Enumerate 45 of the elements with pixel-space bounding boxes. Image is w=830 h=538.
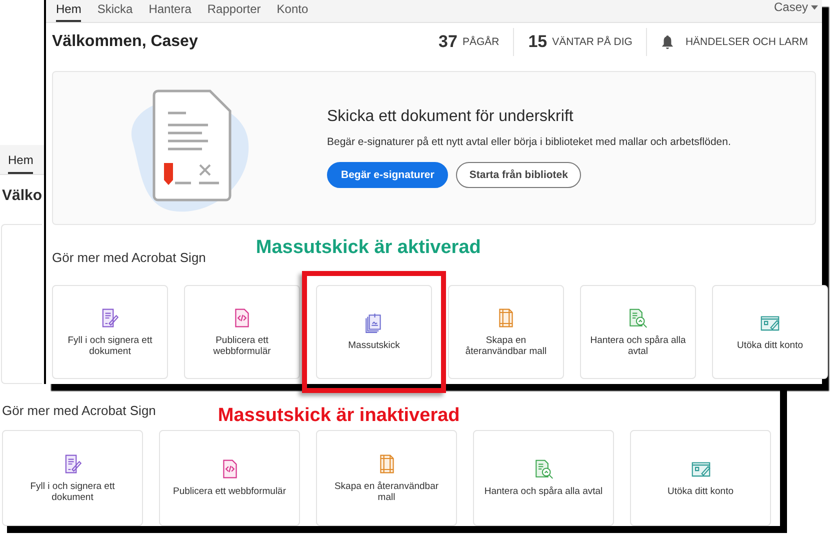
- feature-card[interactable]: Hantera och spåra alla avtal: [473, 430, 614, 526]
- card-label: Publicera ett webbformulär: [172, 486, 287, 498]
- hero-title: Skicka ett dokument för underskrift: [327, 108, 574, 126]
- welcome-heading: Välko: [2, 186, 44, 206]
- feature-card[interactable]: Publicera ett webbformulär: [184, 285, 300, 379]
- card-label: Fyll i och signera ett dokument: [66, 334, 154, 358]
- request-signatures-button[interactable]: Begär e-signaturer: [327, 162, 448, 188]
- feature-card[interactable]: Publicera ett webbformulär: [159, 430, 300, 526]
- feature-card[interactable]: Hantera och spåra alla avtal: [580, 285, 696, 379]
- feature-card[interactable]: Fyll i och signera ett dokument: [2, 430, 143, 526]
- card-label: Utöka ditt konto: [666, 486, 734, 498]
- card-label: Skapa en återanvändbar mall: [464, 334, 548, 358]
- library-button[interactable]: Starta från bibliotek: [456, 162, 581, 188]
- hero-description: Begär e-signaturer på ett nytt avtal eller börja i biblioteket med mallar och arbetsflöden.: [327, 136, 731, 148]
- feature-card[interactable]: Skapa en återanvändbar mall: [448, 285, 564, 379]
- feature-card[interactable]: Fyll i och signera ett dokument: [52, 285, 168, 379]
- card-label: Hantera och spåra alla avtal: [483, 486, 604, 498]
- annotation-label: Massutskick är aktiverad: [256, 237, 481, 260]
- status-counter[interactable]: 15 VÄNTAR PÅ DIG: [514, 32, 646, 52]
- section-title: Gör mer med Acrobat Sign: [52, 250, 206, 267]
- nav-tab[interactable]: Skicka: [97, 2, 133, 22]
- feature-card[interactable]: Massutskick: [316, 285, 432, 379]
- nav-tab[interactable]: Rapporter: [207, 2, 261, 22]
- nav-tab[interactable]: Konto: [276, 2, 308, 22]
- feature-card[interactable]: Skapa en återanvändbar mall: [316, 430, 457, 526]
- feature-card[interactable]: Utöka ditt konto: [712, 285, 828, 379]
- section-title: Gör mer med Acrobat Sign: [2, 402, 156, 418]
- feature-card[interactable]: Utöka ditt konto: [630, 430, 771, 526]
- caret-icon: [811, 4, 818, 10]
- bell-icon: [661, 34, 674, 50]
- card-label: Hantera och spåra alla avtal: [589, 334, 687, 358]
- card-label: Utöka ditt konto: [736, 340, 804, 352]
- card-label: Fyll i och signera ett dokument: [29, 480, 116, 504]
- document-magnifier-icon: [532, 458, 554, 480]
- card-label: Publicera ett webbformulär: [212, 334, 272, 358]
- card-label: Massutskick: [347, 340, 401, 352]
- card-label: Skapa en återanvändbar mall: [333, 480, 440, 504]
- status-counter[interactable]: 37 PÅGÅR: [424, 32, 514, 52]
- user-menu[interactable]: Casey: [774, 0, 822, 14]
- nav-tab[interactable]: Hem: [56, 2, 82, 22]
- nav-tab[interactable]: Hantera: [148, 2, 192, 22]
- notifications-link[interactable]: HÄNDELSER OCH LARM: [647, 34, 822, 50]
- annotation-label: Massutskick är inaktiverad: [218, 405, 460, 427]
- welcome-heading: Välkommen, Casey: [52, 33, 198, 51]
- document-magnifier-icon: [627, 306, 649, 329]
